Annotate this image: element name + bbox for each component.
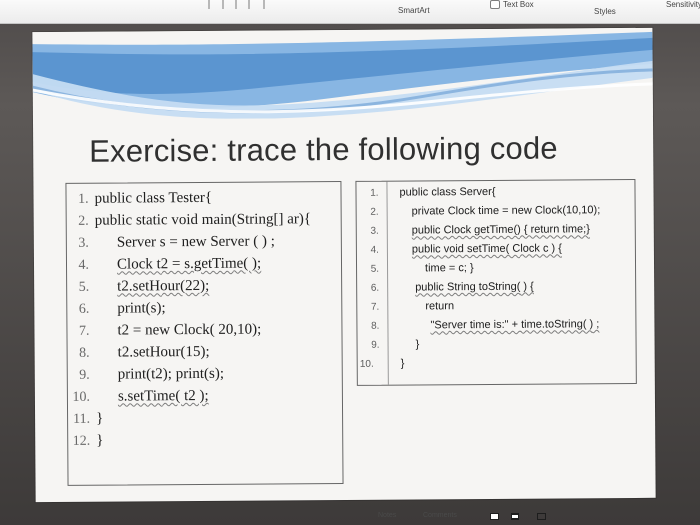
code-text: return <box>425 300 455 313</box>
ribbon-divider <box>208 0 210 9</box>
text-box-label[interactable]: Text Box <box>503 1 534 9</box>
code-text: Clock t2 = s.getTime( ); <box>116 255 262 273</box>
server-line-5: 5. time = c; } <box>357 262 633 280</box>
line-number: 6. <box>78 301 90 317</box>
line-number: 1. <box>370 187 379 199</box>
tester-line-2: 2. public static void main(String[] ar){ <box>67 211 337 234</box>
line-number: 2. <box>78 213 89 229</box>
slide-title[interactable]: Exercise: trace the following code <box>89 130 558 169</box>
ribbon-divider <box>248 0 250 9</box>
tester-line-6: 6. print(s); <box>67 300 337 322</box>
ribbon-divider <box>222 0 224 9</box>
code-text: "Server time is:" + time.toString( ) ; <box>430 318 600 332</box>
tester-line-11: 11. } <box>68 410 338 432</box>
server-line-8: 8. "Server time is:" + time.toString( ) … <box>357 318 633 337</box>
line-number: 4. <box>78 257 90 273</box>
line-number: 7. <box>370 301 380 313</box>
code-text: print(t2); print(s); <box>117 365 225 383</box>
smartart-label[interactable]: SmartArt <box>398 7 430 15</box>
line-number: 9. <box>371 339 380 351</box>
server-line-7: 7. return <box>357 300 633 318</box>
normal-view-icon[interactable] <box>490 513 499 520</box>
tester-line-7: 7. t2 = new Clock( 20,10); <box>67 322 337 344</box>
text-box-icon[interactable] <box>490 0 500 9</box>
line-number: 12. <box>72 433 91 449</box>
line-number: 2. <box>370 206 379 218</box>
code-text: s.setTime( t2 ); <box>117 387 209 405</box>
tester-line-3: 3. Server s = new Server ( ) ; <box>67 233 337 256</box>
server-line-9: 9. } <box>358 338 634 356</box>
server-line-1: 1. public class Server{ <box>356 186 632 204</box>
tester-line-12: 12. } <box>68 432 338 454</box>
code-text: private Clock time = new Clock(10,10); <box>411 204 601 218</box>
code-text: t2.setHour(22); <box>117 277 210 295</box>
tester-code-box[interactable]: 1. public class Tester{ 2. public static… <box>65 180 344 486</box>
code-text: public Clock getTime() { return time;} <box>411 223 590 237</box>
code-text: public void setTime( Clock c ) { <box>411 242 562 256</box>
code-text: t2.setHour(15); <box>117 343 210 361</box>
status-bar: Notes Comments <box>330 505 580 525</box>
line-number: 7. <box>78 323 90 339</box>
code-text: Server s = new Server ( ) ; <box>116 233 275 251</box>
slide-banner <box>32 27 653 121</box>
server-line-10: 10. } <box>358 357 634 375</box>
code-text: print(s); <box>117 300 166 317</box>
slide[interactable]: Exercise: trace the following code 1. pu… <box>32 27 656 503</box>
ribbon-divider <box>235 0 237 9</box>
line-number: 8. <box>371 320 380 332</box>
line-number: 10. <box>359 358 374 370</box>
line-number: 5. <box>78 279 90 295</box>
powerpoint-photo-screen: SmartArt Text Box Styles Sensitivity Exe… <box>0 0 700 525</box>
code-text: } <box>415 338 420 351</box>
server-line-6: 6. public String toString( ) { <box>357 281 633 299</box>
server-line-4: 4. public void setTime( Clock c ) { <box>357 242 633 261</box>
slide-sorter-icon[interactable] <box>511 513 519 520</box>
reading-view-icon[interactable] <box>537 513 546 520</box>
line-number: 3. <box>78 235 89 251</box>
line-number: 6. <box>370 282 380 294</box>
line-number: 1. <box>77 191 89 207</box>
server-code-box[interactable]: 1. public class Server{ 2. private Clock… <box>355 178 637 386</box>
code-text: public class Tester{ <box>94 189 213 207</box>
code-text: } <box>400 357 405 370</box>
slide-canvas: Exercise: trace the following code 1. pu… <box>14 16 667 511</box>
line-number: 4. <box>370 244 379 256</box>
code-text: } <box>96 410 104 427</box>
server-line-3: 3. public Clock getTime() { return time;… <box>357 223 633 242</box>
code-text: } <box>96 432 104 449</box>
tester-line-8: 8. t2.setHour(15); <box>68 344 338 366</box>
code-text: public class Server{ <box>399 185 496 199</box>
comments-label[interactable]: Comments <box>423 512 457 519</box>
banner-graphic <box>32 27 653 121</box>
tester-line-5: 5. t2.setHour(22); <box>67 278 337 300</box>
line-number: 10. <box>72 389 90 405</box>
line-number: 8. <box>79 345 90 361</box>
code-text: public static void main(String[] ar){ <box>94 211 312 229</box>
code-text: t2 = new Clock( 20,10); <box>117 321 262 339</box>
tester-line-4: 4. Clock t2 = s.getTime( ); <box>67 256 337 278</box>
code-text: time = c; } <box>424 262 474 275</box>
line-number: 3. <box>370 225 379 237</box>
line-number: 11. <box>73 411 91 427</box>
line-number: 5. <box>370 263 380 275</box>
ribbon-divider <box>263 0 265 9</box>
notes-label[interactable]: Notes <box>378 512 396 519</box>
tester-line-1: 1. public class Tester{ <box>66 190 336 212</box>
tester-line-10: 10. s.setTime( t2 ); <box>68 388 338 410</box>
styles-label[interactable]: Styles <box>594 8 616 16</box>
sensitivity-label[interactable]: Sensitivity <box>666 1 700 9</box>
tester-line-9: 9. print(t2); print(s); <box>68 366 338 388</box>
server-line-2: 2. private Clock time = new Clock(10,10)… <box>357 204 633 223</box>
code-text: public String toString( ) { <box>415 280 534 294</box>
line-number: 9. <box>79 367 90 383</box>
